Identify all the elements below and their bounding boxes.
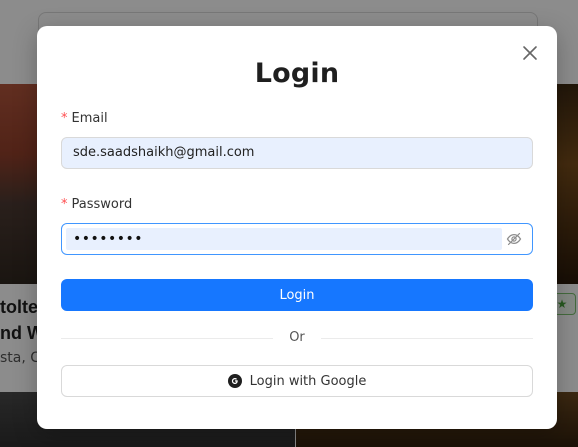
google-icon <box>227 374 242 388</box>
password-value: •••••••• <box>66 228 502 250</box>
required-mark: * <box>61 197 68 212</box>
eye-invisible-icon <box>506 232 522 246</box>
email-field[interactable]: sde.saadshaikh@gmail.com <box>61 137 533 169</box>
email-label: * Email <box>61 111 108 126</box>
login-button[interactable]: Login <box>61 279 533 311</box>
password-field[interactable]: •••••••• <box>61 223 533 255</box>
required-mark: * <box>61 111 68 126</box>
login-modal: Login * Email sde.saadshaikh@gmail.com * P… <box>37 26 557 429</box>
password-label-text: Password <box>71 197 133 212</box>
divider-line-right <box>321 338 533 339</box>
email-label-text: Email <box>71 111 108 126</box>
or-divider: Or <box>61 329 533 347</box>
modal-title: Login <box>254 58 340 89</box>
password-visibility-toggle[interactable] <box>506 231 522 247</box>
password-label: * Password <box>61 197 132 212</box>
google-login-button[interactable]: Login with Google <box>61 365 533 397</box>
email-value: sde.saadshaikh@gmail.com <box>73 145 255 160</box>
google-login-label: Login with Google <box>249 373 367 389</box>
